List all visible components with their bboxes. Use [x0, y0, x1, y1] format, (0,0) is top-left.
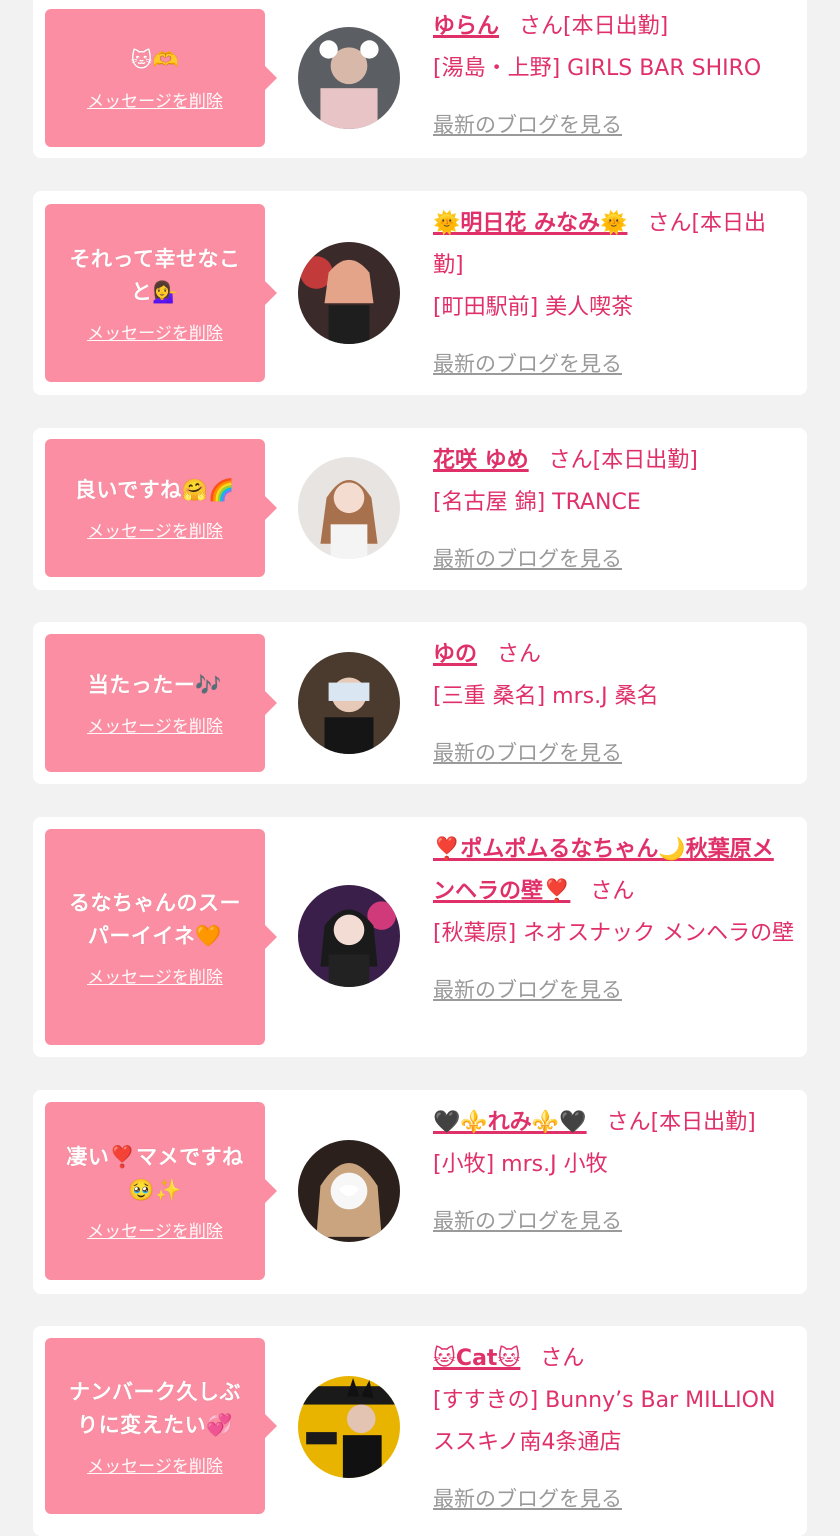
latest-blog-link[interactable]: 最新のブログを見る [433, 104, 622, 146]
cast-info: 🌞明日花 みなみ🌞 さん[本日出勤] [町田駅前] 美人喫茶 最新のブログを見る [433, 203, 795, 386]
avatar[interactable] [298, 242, 400, 344]
message-bubble: ナンバーク久しぶりに変えたい💞 メッセージを削除 [45, 1338, 277, 1514]
latest-blog-link[interactable]: 最新のブログを見る [433, 538, 622, 580]
delete-message-link[interactable]: メッセージを削除 [87, 1217, 223, 1242]
cast-name-link[interactable]: ゆらん [433, 14, 499, 39]
cast-status: さん [590, 879, 635, 904]
cast-name-link[interactable]: 🖤⚜️れみ⚜️🖤 [433, 1110, 587, 1135]
shop-label: [名古屋 錦] TRANCE [433, 490, 641, 515]
cast-info: 🐱Cat🐱 さん [すすきの] Bunny’s Bar MILLION ススキノ南… [433, 1338, 795, 1521]
cast-name-link[interactable]: ゆの [433, 642, 477, 667]
message-bubble: それって幸せなこと💁‍♀️ メッセージを削除 [45, 204, 277, 382]
shop-label: [三重 桑名] mrs.J 桑名 [433, 684, 659, 709]
message-bubble: 🐱🫶 メッセージを削除 [45, 9, 277, 147]
delete-message-link[interactable]: メッセージを削除 [87, 517, 223, 542]
message-text: 🐱🫶 [130, 48, 180, 72]
avatar[interactable] [298, 885, 400, 987]
avatar[interactable] [298, 1140, 400, 1242]
user-photo-icon [298, 457, 400, 559]
cast-status: さん [540, 1346, 585, 1371]
cast-info: 花咲 ゆめ さん[本日出勤] [名古屋 錦] TRANCE 最新のブログを見る [433, 440, 795, 581]
message-text: それって幸せなこと💁‍♀️ [69, 246, 241, 304]
delete-message-link[interactable]: メッセージを削除 [87, 963, 223, 988]
message-bubble: るなちゃんのスーパーイイネ🧡 メッセージを削除 [45, 829, 277, 1045]
delete-message-link[interactable]: メッセージを削除 [87, 712, 223, 737]
user-photo-icon [298, 242, 400, 344]
latest-blog-link[interactable]: 最新のブログを見る [433, 1200, 622, 1242]
latest-blog-link[interactable]: 最新のブログを見る [433, 1478, 622, 1520]
cast-info: ゆらん さん[本日出勤] [湯島・上野] GIRLS BAR SHIRO 最新のブ… [433, 6, 795, 147]
message-text: 当たったー🎶 [87, 673, 223, 697]
delete-message-link[interactable]: メッセージを削除 [87, 1452, 223, 1477]
avatar[interactable] [298, 652, 400, 754]
message-card: 凄い❣️マメですね🥹✨ メッセージを削除 🖤⚜️れみ⚜️🖤 さん[本日出勤] [小… [33, 1090, 807, 1294]
delete-message-link[interactable]: メッセージを削除 [87, 319, 223, 344]
message-bubble: 凄い❣️マメですね🥹✨ メッセージを削除 [45, 1102, 277, 1280]
avatar[interactable] [298, 457, 400, 559]
message-bubble: 良いですね🤗🌈 メッセージを削除 [45, 439, 277, 577]
avatar[interactable] [298, 1376, 400, 1478]
message-text: ナンバーク久しぶりに変えたい💞 [69, 1379, 241, 1437]
message-bubble: 当たったー🎶 メッセージを削除 [45, 634, 277, 772]
message-card: それって幸せなこと💁‍♀️ メッセージを削除 🌞明日花 みなみ🌞 さん[本日出勤]… [33, 191, 807, 395]
user-photo-icon [298, 1376, 400, 1478]
cast-status: さん[本日出勤] [606, 1110, 756, 1135]
user-photo-icon [298, 885, 400, 987]
shop-label: [すすきの] Bunny’s Bar MILLION ススキノ南4条通店 [433, 1388, 776, 1455]
message-card: ナンバーク久しぶりに変えたい💞 メッセージを削除 🐱Cat🐱 さん [すすきの] … [33, 1326, 807, 1536]
cast-status: さん [497, 642, 542, 667]
message-text: 凄い❣️マメですね🥹✨ [66, 1144, 244, 1202]
cast-name-link[interactable]: 🌞明日花 みなみ🌞 [433, 211, 627, 236]
message-text: るなちゃんのスーパーイイネ🧡 [69, 890, 241, 948]
cast-status: さん[本日出勤] [519, 14, 669, 39]
cast-info: ゆの さん [三重 桑名] mrs.J 桑名 最新のブログを見る [433, 634, 795, 775]
user-photo-icon [298, 27, 400, 129]
message-card: 良いですね🤗🌈 メッセージを削除 花咲 ゆめ さん[本日出勤] [名古屋 錦] T… [33, 428, 807, 590]
shop-label: [湯島・上野] GIRLS BAR SHIRO [433, 56, 762, 81]
latest-blog-link[interactable]: 最新のブログを見る [433, 732, 622, 774]
user-photo-icon [298, 652, 400, 754]
shop-label: [町田駅前] 美人喫茶 [433, 295, 634, 320]
cast-info: 🖤⚜️れみ⚜️🖤 さん[本日出勤] [小牧] mrs.J 小牧 最新のブログを見る [433, 1102, 795, 1243]
avatar[interactable] [298, 27, 400, 129]
delete-message-link[interactable]: メッセージを削除 [87, 87, 223, 112]
cast-name-link[interactable]: 🐱Cat🐱 [433, 1346, 520, 1371]
shop-label: [秋葉原] ネオスナック メンヘラの壁 [433, 921, 795, 946]
message-card: るなちゃんのスーパーイイネ🧡 メッセージを削除 ❣️ポムポムるなちゃん🌙秋葉原メ… [33, 817, 807, 1057]
message-card: 当たったー🎶 メッセージを削除 ゆの さん [三重 桑名] mrs.J 桑名 最新… [33, 622, 807, 784]
latest-blog-link[interactable]: 最新のブログを見る [433, 969, 622, 1011]
cast-name-link[interactable]: 花咲 ゆめ [433, 448, 529, 473]
cast-info: ❣️ポムポムるなちゃん🌙秋葉原メンヘラの壁❣️ さん [秋葉原] ネオスナック メ… [433, 829, 795, 1012]
message-card: 🐱🫶 メッセージを削除 ゆらん さん[本日出勤] [湯島・上野] GIRLS BA… [33, 0, 807, 158]
user-photo-icon [298, 1140, 400, 1242]
cast-status: さん[本日出勤] [548, 448, 698, 473]
message-text: 良いですね🤗🌈 [74, 478, 236, 502]
shop-label: [小牧] mrs.J 小牧 [433, 1152, 608, 1177]
latest-blog-link[interactable]: 最新のブログを見る [433, 343, 622, 385]
